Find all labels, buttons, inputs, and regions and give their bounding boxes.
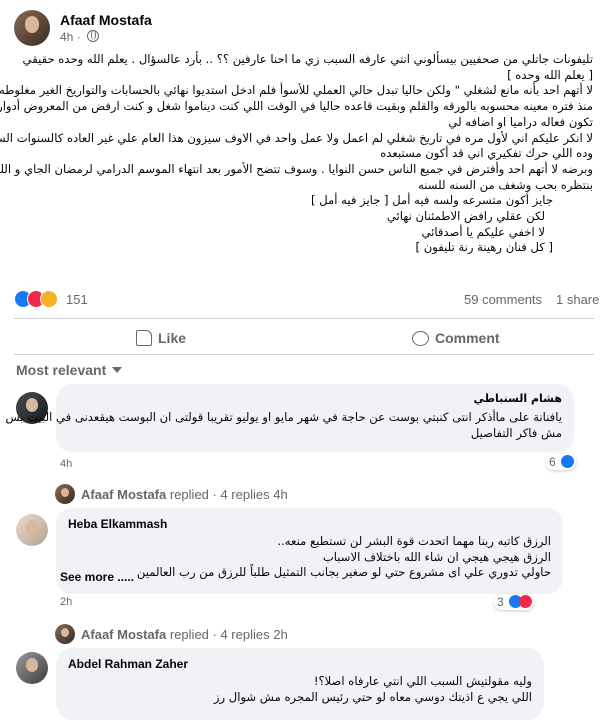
comment-line: وليه مقولتيش السبب اللي انتي عارفاه اصلا… [313,674,532,688]
chevron-down-icon [112,367,123,373]
comment-time[interactable]: 4h [60,458,72,470]
comment-line-text: حاولي تدوري علي اى مشروع حتي لو صغير بجا… [136,565,551,580]
comment-bubble: Heba Elkammash الرزق كاتبه ربنا مهما اتح… [56,508,563,594]
sad-reaction-icon [40,290,58,308]
comment-line: اللي يجي ع اذيتك دوسي معاه لو حتي رئيس ا… [213,689,532,704]
commenter-avatar[interactable] [16,652,48,684]
post-header: Afaaf Mostafa 4h · [14,10,594,46]
post-line: لا اخفي عليكم يا أصدقائي [421,224,545,239]
comment-reaction-count: 6 [549,455,556,469]
reply-label: replied · 4 replies [169,487,270,502]
comment-reactions[interactable]: 3 [494,594,535,610]
reply-author: Afaaf Mostafa [81,627,167,642]
post-time[interactable]: 4h [60,30,73,44]
author-avatar[interactable] [14,10,50,46]
sort-label: Most relevant [16,362,107,378]
author-name[interactable]: Afaaf Mostafa [60,12,152,28]
post-line: تكون فعاله دراميا او اضافه لي [448,114,593,129]
post-line: وبرضه لا أتهم احد وأفترض في جميع الناس ح… [0,161,593,176]
reply-label: replied · 4 replies [169,627,270,642]
reaction-count[interactable]: 151 [66,292,88,307]
divider [14,318,594,319]
thumbs-up-icon [136,330,152,346]
reply-avatar [55,484,75,504]
like-button[interactable]: Like [136,330,186,360]
comment-bubble: هشام السنباطي يافنانة على ماأذكر انتى كن… [6,384,574,452]
post-meta: 4h · [60,30,100,44]
see-more-link[interactable]: See more ..... [60,570,134,584]
love-reaction-icon [519,595,533,608]
comment-text: يافنانة على ماأذكر انتى كنبتي بوست عن حا… [6,410,563,441]
comment-line: الرزق هيجي هيجي ان شاء الله باختلاف الاس… [322,549,551,564]
like-reaction-icon [561,455,575,468]
comment-author[interactable]: هشام السنباطي [473,392,562,405]
post-line: وده اللي حرك تفكيري اني قد أكون مستبعده [380,146,593,161]
post-line: لا أتهم احد بأنه مانع لشغلي " ولكن حاليا… [0,83,593,98]
reply-author: Afaaf Mostafa [81,487,167,502]
speech-bubble-icon [412,331,429,346]
comment-button[interactable]: Comment [412,330,500,360]
globe-icon [87,30,100,42]
commenter-avatar[interactable] [16,514,48,546]
post-line: [ يعلم الله وحده ] [507,67,593,82]
comment-line: الرزق كاتبه ربنا مهما اتحدت قوة البشر لن… [277,534,551,548]
post-line: منذ فتره معينه محسوبه بالورقه والقلم وبق… [0,99,593,114]
comment-text: الرزق كاتبه ربنا مهما اتحدت قوة البشر لن… [137,534,551,581]
view-replies-link[interactable]: Afaaf Mostafa replied · 4 replies 2h [55,624,288,644]
comment-button-label: Comment [435,330,500,346]
comment-text: وليه مقولتيش السبب اللي انتي عارفاه اصلا… [214,674,532,705]
post-text: تليفونات جاتلي من صحفيين بيسألوني انتي ع… [0,52,593,256]
comment-line: حاولي تدوري علي اى مشروع حتي لو صغير بجا… [137,565,551,581]
comment-reactions[interactable]: 6 [546,454,577,470]
post-line: جايز أكون متسرعه ولسه فيه أمل [ جايز فيه… [311,193,553,208]
like-button-label: Like [158,330,187,346]
comment-line: مش فاكر التفاصيل [470,425,562,440]
reply-time: 4h [273,487,288,502]
post-line: [ كل فنان رهينة رنة تليفون ] [415,240,553,255]
comments-count[interactable]: 59 comments [464,292,542,307]
comment-author[interactable]: Heba Elkammash [68,517,167,531]
post-line: بنتظره بحب وشغف من السنه للسنه [418,177,593,192]
reply-time: 2h [273,627,288,642]
post-line: لا انكر عليكم اني لأول مره في تاريخ شغلي… [0,130,593,145]
comment-reaction-count: 3 [497,595,504,609]
post-line: تليفونات جاتلي من صحفيين بيسألوني انتي ع… [22,52,593,66]
shares-count[interactable]: 1 share [556,292,599,307]
reply-avatar [55,624,75,644]
comment-sort-dropdown[interactable]: Most relevant [16,362,123,378]
divider [14,354,594,355]
view-replies-link[interactable]: Afaaf Mostafa replied · 4 replies 4h [55,484,288,504]
comment-author[interactable]: Abdel Rahman Zaher [68,657,188,671]
comment-time[interactable]: 2h [60,596,72,608]
comment-bubble: Abdel Rahman Zaher وليه مقولتيش السبب ال… [56,648,544,720]
comment-line: يافنانة على ماأذكر انتى كنبتي بوست عن حا… [5,410,563,424]
post-line: لكن عقلي رافض الاطمئنان نهائي [386,209,545,224]
